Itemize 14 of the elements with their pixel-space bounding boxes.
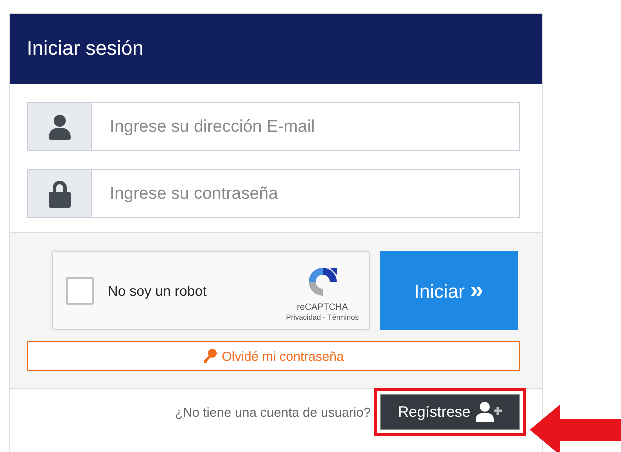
captcha-brand: reCAPTCHA: [297, 302, 348, 312]
signup-question: ¿No tiene una cuenta de usuario?: [175, 404, 371, 420]
add-user-icon: [476, 402, 502, 422]
captcha-label: No soy un robot: [108, 282, 208, 298]
panel-title: Iniciar sesión: [27, 38, 144, 60]
input-group[interactable]: Ingrese su contraseña: [27, 169, 520, 218]
arrow-icon: [530, 405, 621, 452]
key-icon: [202, 349, 217, 363]
login-button[interactable]: Iniciar »: [380, 251, 518, 330]
lock-icon: [48, 180, 70, 208]
user-icon: [48, 114, 70, 140]
checkbox[interactable]: [66, 276, 94, 304]
register-button[interactable]: Regístrese: [380, 394, 520, 430]
input-group[interactable]: Ingrese su dirección E-mail: [27, 102, 520, 151]
